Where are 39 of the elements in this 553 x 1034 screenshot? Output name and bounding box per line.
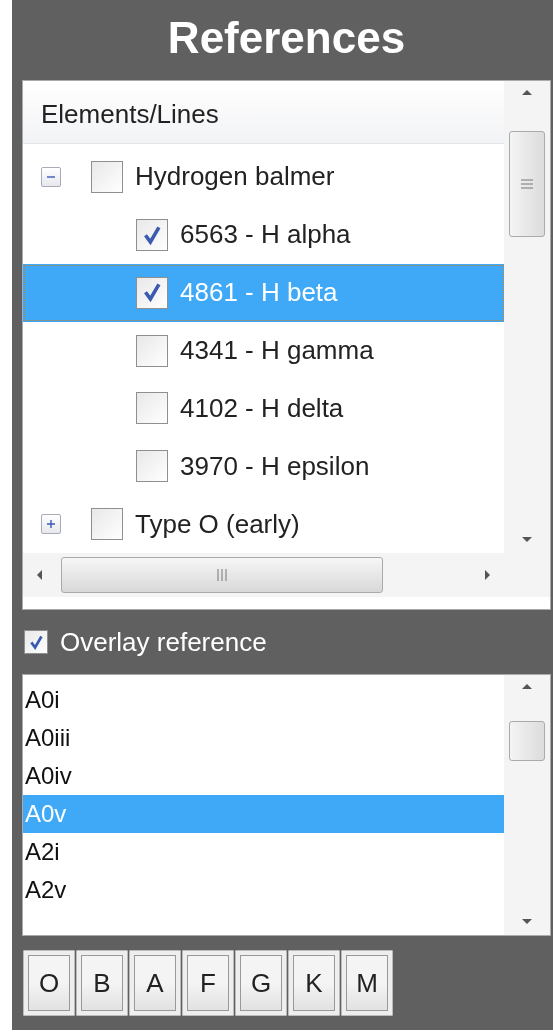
scroll-thumb[interactable] [61, 557, 383, 593]
overlay-label: Overlay reference [60, 626, 267, 658]
tree-row[interactable]: Hydrogen balmer [23, 148, 504, 206]
list-item[interactable]: A0iv [23, 757, 504, 795]
panel-title: References [166, 12, 407, 64]
checkbox[interactable] [136, 450, 168, 483]
collapse-icon[interactable] [41, 166, 61, 187]
expand-icon[interactable] [41, 514, 61, 535]
spectral-type-button[interactable]: G [235, 950, 287, 1016]
grip-icon [215, 568, 229, 582]
checkbox[interactable] [91, 508, 123, 541]
vertical-scrollbar[interactable] [504, 81, 550, 553]
checkmark-icon [27, 633, 45, 651]
vertical-scrollbar[interactable] [504, 675, 550, 935]
checkbox[interactable] [136, 392, 168, 425]
list-item[interactable]: A2i [23, 833, 504, 871]
scroll-thumb[interactable] [509, 721, 545, 761]
tree-row[interactable]: 4102 - H delta [23, 379, 504, 438]
checkbox[interactable] [136, 218, 168, 251]
checkbox[interactable] [136, 276, 168, 309]
checkbox[interactable] [136, 334, 168, 367]
list-item[interactable]: A0i [23, 681, 504, 719]
grip-icon [520, 177, 534, 191]
spectral-type-button[interactable]: O [23, 950, 75, 1016]
scroll-thumb[interactable] [509, 131, 545, 237]
tree-row[interactable]: 4341 - H gamma [23, 321, 504, 380]
tree-row[interactable]: 6563 - H alpha [23, 205, 504, 264]
tree-row[interactable]: 3970 - H epsilon [23, 437, 504, 496]
tree-row[interactable]: Type O (early) [23, 495, 504, 553]
spectral-type-button[interactable]: K [288, 950, 340, 1016]
list-item[interactable]: A0iii [23, 719, 504, 757]
checkbox[interactable] [91, 160, 123, 193]
spectral-type-button[interactable]: B [76, 950, 128, 1016]
spectral-type-button[interactable]: F [182, 950, 234, 1016]
horizontal-scrollbar[interactable] [23, 553, 504, 597]
checkbox[interactable] [24, 630, 48, 654]
spectral-type-button[interactable]: M [341, 950, 393, 1016]
list-item[interactable]: A2v [23, 871, 504, 909]
spectral-type-button[interactable]: A [129, 950, 181, 1016]
